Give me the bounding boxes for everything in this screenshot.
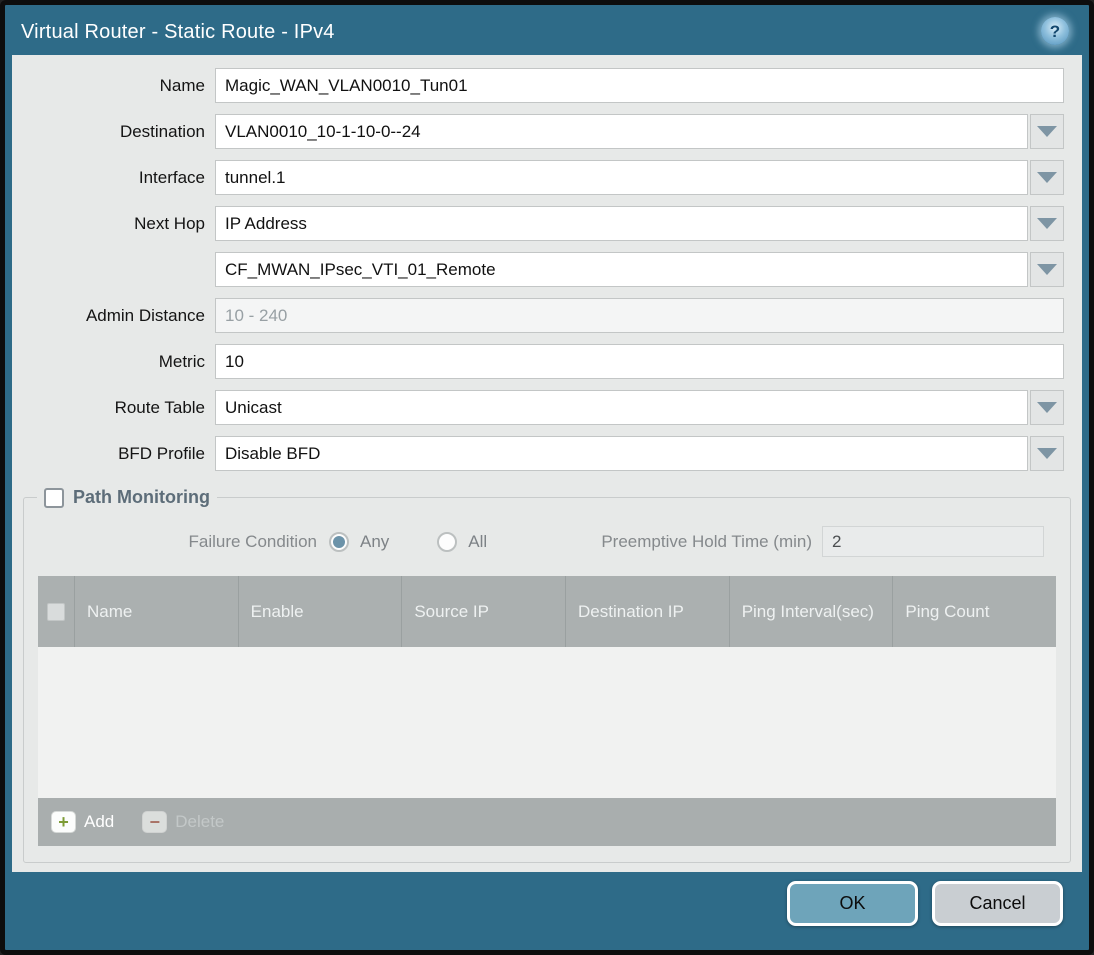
path-monitoring-checkbox[interactable]	[44, 487, 64, 508]
title-bar: Virtual Router - Static Route - IPv4 ?	[5, 5, 1089, 55]
path-monitoring-title: Path Monitoring	[73, 487, 210, 507]
failure-condition-radio-group: Any All	[329, 531, 488, 552]
admin-distance-label: Admin Distance	[85, 305, 205, 325]
next-hop-address-input[interactable]	[215, 252, 1028, 287]
radio-any-circle	[329, 531, 349, 552]
metric-input[interactable]	[215, 344, 1064, 379]
form-row-destination: Destination	[12, 114, 1064, 149]
cancel-button[interactable]: Cancel	[932, 881, 1063, 926]
admin-distance-input[interactable]	[215, 298, 1064, 333]
column-header-source-ip[interactable]: Source IP	[402, 576, 567, 647]
help-button[interactable]: ?	[1041, 17, 1069, 45]
path-monitoring-table: Name Enable Source IP Destination IP Pin…	[38, 576, 1056, 846]
column-header-ping-count[interactable]: Ping Count	[893, 576, 1056, 647]
ok-button[interactable]: OK	[787, 881, 918, 926]
next-hop-type-dropdown-button[interactable]	[1030, 206, 1064, 241]
chevron-down-icon	[1037, 172, 1057, 183]
minus-icon: −	[142, 811, 168, 833]
chevron-down-icon	[1037, 448, 1057, 459]
failure-condition-row: Failure Condition Any All Preemptive Hol…	[24, 526, 1044, 557]
route-table-label: Route Table	[114, 397, 205, 417]
dialog-title: Virtual Router - Static Route - IPv4	[21, 20, 335, 43]
form-row-admin-distance: Admin Distance	[12, 298, 1064, 333]
route-table-input[interactable]	[215, 390, 1028, 425]
interface-input[interactable]	[215, 160, 1028, 195]
form-row-metric: Metric	[12, 344, 1064, 379]
dialog-footer: OK Cancel	[5, 872, 1089, 950]
path-monitoring-section: Path Monitoring Failure Condition Any Al…	[23, 487, 1071, 863]
table-header-checkbox-cell	[38, 576, 75, 647]
form-row-name: Name	[12, 68, 1064, 103]
failure-condition-label: Failure Condition	[188, 531, 317, 551]
form-row-next-hop: Next Hop	[12, 206, 1064, 241]
form-row-next-hop-value	[12, 252, 1064, 287]
radio-any[interactable]: Any	[329, 531, 390, 552]
radio-all-label: All	[468, 531, 488, 551]
radio-all[interactable]: All	[437, 531, 488, 552]
dialog-virtual-router-static-route: Virtual Router - Static Route - IPv4 ? N…	[0, 0, 1094, 955]
path-monitoring-legend: Path Monitoring	[37, 487, 217, 508]
route-table-dropdown-button[interactable]	[1030, 390, 1064, 425]
plus-icon: +	[51, 811, 76, 833]
column-header-enable[interactable]: Enable	[239, 576, 403, 647]
column-header-name[interactable]: Name	[75, 576, 239, 647]
interface-label: Interface	[138, 167, 205, 187]
column-header-destination-ip[interactable]: Destination IP	[566, 576, 730, 647]
bfd-profile-dropdown-button[interactable]	[1030, 436, 1064, 471]
name-label: Name	[159, 75, 205, 95]
table-toolbar: + Add − Delete	[38, 798, 1056, 846]
chevron-down-icon	[1037, 402, 1057, 413]
radio-all-circle	[437, 531, 458, 552]
next-hop-address-dropdown-button[interactable]	[1030, 252, 1064, 287]
destination-label: Destination	[119, 121, 205, 141]
preemptive-hold-time-input[interactable]	[822, 526, 1044, 557]
destination-dropdown-button[interactable]	[1030, 114, 1064, 149]
chevron-down-icon	[1037, 218, 1057, 229]
preemptive-hold-time-label: Preemptive Hold Time (min)	[601, 531, 812, 551]
table-body-empty	[38, 647, 1056, 798]
column-header-ping-interval[interactable]: Ping Interval(sec)	[730, 576, 894, 647]
form-row-route-table: Route Table	[12, 390, 1064, 425]
chevron-down-icon	[1037, 264, 1057, 275]
next-hop-label: Next Hop	[134, 213, 205, 233]
name-input[interactable]	[215, 68, 1064, 103]
bfd-profile-label: BFD Profile	[118, 443, 205, 463]
metric-label: Metric	[158, 351, 205, 371]
destination-input[interactable]	[215, 114, 1028, 149]
chevron-down-icon	[1037, 126, 1057, 137]
delete-button-label: Delete	[175, 812, 225, 831]
delete-button[interactable]: − Delete	[142, 811, 224, 833]
dialog-content-panel: Name Destination Interface	[12, 55, 1082, 872]
form-row-interface: Interface	[12, 160, 1064, 195]
interface-dropdown-button[interactable]	[1030, 160, 1064, 195]
next-hop-type-input[interactable]	[215, 206, 1028, 241]
add-button-label: Add	[84, 812, 115, 831]
form-row-bfd-profile: BFD Profile	[12, 436, 1064, 471]
add-button[interactable]: + Add	[51, 811, 114, 833]
bfd-profile-input[interactable]	[215, 436, 1028, 471]
table-header-row: Name Enable Source IP Destination IP Pin…	[38, 576, 1056, 647]
radio-any-label: Any	[360, 531, 390, 551]
question-mark-icon: ?	[1049, 21, 1061, 41]
select-all-checkbox[interactable]	[47, 602, 65, 621]
